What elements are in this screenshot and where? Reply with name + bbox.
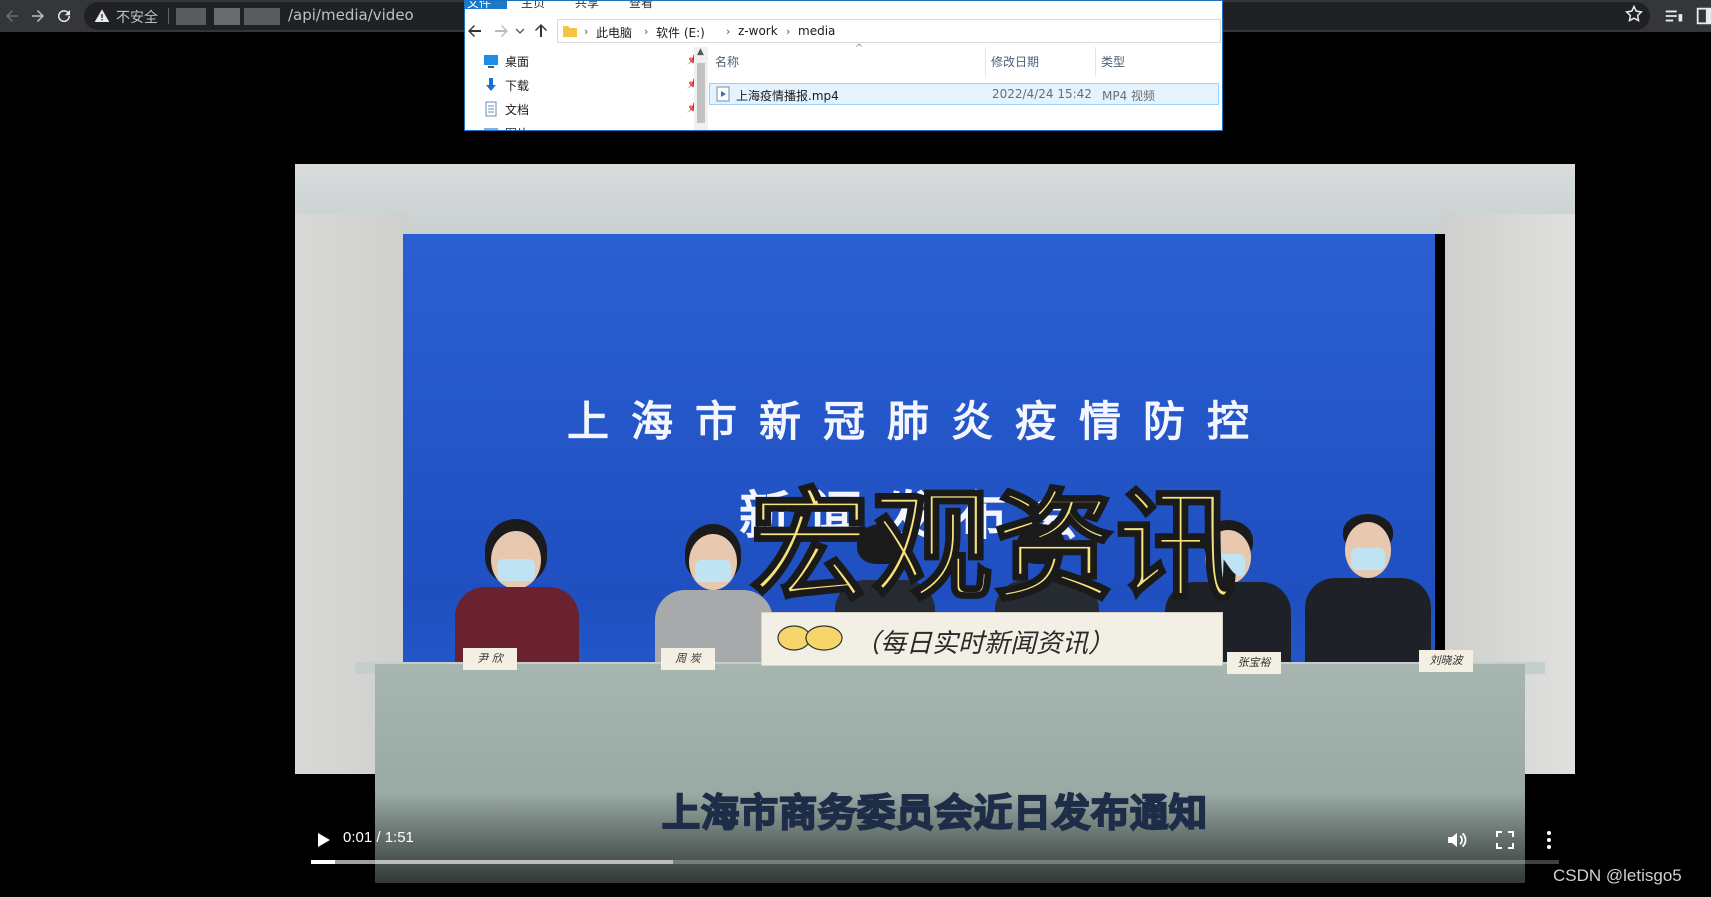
backdrop-title: 上海市新冠肺炎疫情防控: [566, 397, 1271, 446]
nav-scrollbar[interactable]: ▲: [694, 47, 708, 130]
desktop-icon: [484, 55, 498, 68]
overlay-title: 宏观资讯: [749, 477, 1238, 619]
file-list: ^ 名称 修改日期 类型 上海疫情播报.mp4 2022/4/24 15:42 …: [709, 43, 1222, 130]
breadcrumb-item[interactable]: z-work: [738, 24, 778, 38]
caption-text: （每日实时新闻资讯）: [854, 629, 1115, 659]
video-subtitle: 上海市商务委员会近日发布通知: [661, 790, 1208, 836]
file-explorer-window: 文件 主页 共享 查看 › 此电脑 › 软件 (E:) › z-work › m…: [464, 0, 1223, 131]
reading-list-icon[interactable]: [1663, 5, 1685, 27]
breadcrumb-item[interactable]: media: [798, 24, 835, 38]
nav-item-label: 桌面: [505, 55, 530, 69]
breadcrumb-separator-icon: ›: [584, 25, 589, 38]
forward-arrow-icon[interactable]: [493, 23, 509, 39]
breadcrumb-separator-icon: ›: [786, 25, 791, 38]
breadcrumb-separator-icon: ›: [644, 25, 649, 38]
back-arrow-icon[interactable]: [467, 23, 483, 39]
fullscreen-icon[interactable]: [1493, 828, 1517, 852]
explorer-address-bar[interactable]: › 此电脑 › 软件 (E:) › z-work › media: [557, 19, 1221, 43]
side-panel-icon[interactable]: [1694, 5, 1711, 27]
breadcrumb-item[interactable]: 软件 (E:): [656, 24, 705, 41]
file-name: 上海疫情播报.mp4: [736, 89, 839, 103]
file-modified: 2022/4/24 15:42: [992, 87, 1092, 101]
column-header-type[interactable]: 类型: [1101, 53, 1125, 70]
file-type: MP4 视频: [1102, 89, 1156, 103]
download-icon: [486, 78, 496, 91]
url-text[interactable]: /api/media/video: [288, 6, 414, 24]
up-arrow-icon[interactable]: [533, 23, 549, 39]
back-arrow-icon[interactable]: [0, 4, 24, 28]
nav-item-label: 下载: [505, 79, 530, 93]
redacted-host: [214, 8, 240, 25]
cloud-sticker-icon: [777, 625, 843, 651]
bookmark-star-icon[interactable]: [1624, 4, 1644, 24]
progress-bar[interactable]: [311, 860, 1559, 864]
redacted-host: [244, 8, 280, 25]
reload-icon[interactable]: [52, 4, 76, 28]
volume-icon[interactable]: [1445, 828, 1469, 852]
ribbon: 文件 主页 共享 查看: [465, 1, 1222, 13]
picture-icon: [484, 128, 498, 130]
ribbon-tab[interactable]: 查看: [629, 1, 653, 11]
folder-icon: [563, 26, 577, 37]
ribbon-tab[interactable]: 主页: [521, 1, 545, 11]
column-divider[interactable]: [985, 47, 986, 77]
navigation-pane: 桌面 📌 下载 📌 文档 📌 图片 ▲: [465, 47, 709, 130]
ribbon-tab[interactable]: 共享: [575, 1, 599, 11]
divider: [168, 8, 169, 24]
nav-item-downloads[interactable]: 下载 📌: [483, 75, 699, 95]
warning-icon[interactable]: [94, 8, 110, 24]
security-label[interactable]: 不安全: [116, 7, 158, 27]
video-player[interactable]: 上海市新冠肺炎疫情防控 新闻发布会 尹 欣 周 炭 张宝裕 刘晓波 宏观资讯 （…: [295, 164, 1575, 883]
chevron-down-icon[interactable]: [515, 23, 525, 39]
more-options-icon[interactable]: [1537, 828, 1561, 852]
time-display: 0:01 / 1:51: [343, 829, 414, 846]
video-file-icon: [716, 86, 730, 102]
nav-item-label: 文档: [505, 103, 530, 117]
scroll-up-icon[interactable]: ▲: [697, 47, 704, 57]
explorer-address-row: › 此电脑 › 软件 (E:) › z-work › media: [465, 17, 1222, 47]
nameplate: 刘晓波: [1419, 650, 1473, 672]
sort-ascending-icon: ^: [855, 43, 864, 54]
nav-item-pictures[interactable]: 图片: [483, 123, 693, 130]
file-row[interactable]: 上海疫情播报.mp4 2022/4/24 15:42 MP4 视频: [709, 83, 1219, 105]
caption-box: （每日实时新闻资讯）: [761, 612, 1223, 666]
column-divider[interactable]: [1095, 47, 1096, 77]
watermark: CSDN @letisgo5: [1553, 866, 1682, 885]
nameplate: 张宝裕: [1227, 652, 1281, 674]
nav-item-label: 图片: [505, 125, 529, 130]
forward-arrow-icon[interactable]: [26, 4, 50, 28]
nav-item-desktop[interactable]: 桌面 📌: [483, 51, 699, 71]
column-header-name[interactable]: 名称: [715, 53, 739, 70]
breadcrumb-separator-icon: ›: [726, 25, 731, 38]
nav-item-documents[interactable]: 文档 📌: [483, 99, 699, 119]
ceiling: [295, 164, 1575, 234]
nameplate: 尹 欣: [463, 648, 517, 670]
progress-buffered: [311, 860, 673, 864]
ribbon-tab[interactable]: 文件: [467, 1, 491, 11]
nameplate: 周 炭: [661, 648, 715, 670]
play-icon[interactable]: [313, 830, 333, 850]
document-icon: [485, 101, 497, 117]
redacted-host: [176, 8, 206, 25]
column-header-modified[interactable]: 修改日期: [991, 53, 1039, 70]
scrollbar-thumb[interactable]: [697, 63, 705, 123]
progress-played: [311, 860, 335, 864]
breadcrumb-item[interactable]: 此电脑: [596, 24, 632, 41]
